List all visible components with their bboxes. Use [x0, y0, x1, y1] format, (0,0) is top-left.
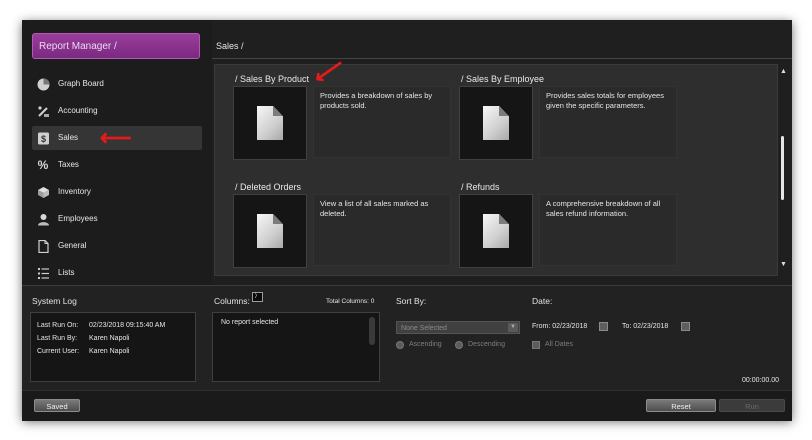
report-thumbnail[interactable] [233, 86, 307, 160]
sidebar-item-inventory[interactable]: Inventory [32, 180, 200, 204]
last-run-on-value: 02/23/2018 09:15:40 AM [89, 322, 166, 329]
sidebar-item-employees[interactable]: Employees [32, 207, 200, 231]
sidebar-item-graph-board[interactable]: Graph Board [32, 72, 200, 96]
reset-button[interactable]: Reset [646, 399, 716, 412]
columns-title: Columns: [214, 296, 250, 306]
report-manager-window: Report Manager / Graph Board Accounting … [22, 20, 792, 421]
run-timer: 00:00:00.00 [742, 377, 779, 384]
sort-by-select[interactable]: None Selected ▼ [396, 321, 520, 334]
report-card-sales-by-employee[interactable]: / Sales By Employee Provides sales total… [457, 74, 677, 164]
all-dates-label: All Dates [545, 341, 574, 348]
sidebar-item-label: General [58, 241, 87, 250]
descending-label: Descending [468, 341, 505, 348]
columns-empty-text: No report selected [221, 319, 279, 326]
sidebar-item-label: Graph Board [58, 79, 104, 88]
document-icon [36, 239, 50, 253]
sidebar-item-taxes[interactable]: % Taxes [32, 153, 200, 177]
reports-panel: / Sales By Product Provides a breakdown … [214, 51, 778, 276]
sidebar-item-sales[interactable]: $ Sales ⟵ [32, 126, 202, 150]
document-icon [257, 106, 283, 140]
date-from: From: 02/23/2018 [532, 323, 588, 330]
report-title: / Refunds [461, 182, 500, 192]
report-description: Provides sales totals for employees give… [539, 86, 677, 158]
columns-toggle-icon[interactable]: 〉 [252, 292, 263, 302]
report-card-deleted-orders[interactable]: / Deleted Orders View a list of all sale… [231, 182, 451, 272]
saved-button[interactable]: Saved [34, 399, 80, 412]
scroll-down-arrow[interactable]: ▼ [780, 261, 787, 268]
percent-icon: % [37, 158, 49, 172]
document-icon [483, 214, 509, 248]
breadcrumb: Sales / [216, 41, 244, 51]
ascending-radio[interactable] [396, 341, 404, 349]
report-title: / Deleted Orders [235, 182, 302, 192]
ascending-label: Ascending [409, 341, 442, 348]
report-title: / Sales By Employee [461, 74, 545, 84]
report-card-refunds[interactable]: / Refunds A comprehensive breakdown of a… [457, 182, 677, 272]
divider [212, 58, 792, 59]
graph-icon [36, 77, 50, 91]
last-run-by-label: Last Run By: [37, 335, 78, 342]
report-thumbnail[interactable] [459, 86, 533, 160]
run-button[interactable]: Run [719, 399, 785, 412]
sidebar-item-lists[interactable]: Lists [32, 261, 200, 285]
all-dates-checkbox[interactable] [532, 341, 540, 349]
calendar-icon[interactable] [599, 322, 608, 331]
report-thumbnail[interactable] [233, 194, 307, 268]
columns-scrollbar[interactable] [369, 317, 375, 345]
reports-scrollbar[interactable]: ▲ ▼ [780, 68, 787, 268]
system-log-title: System Log [32, 296, 77, 306]
last-run-by-value: Karen Napoli [89, 335, 130, 342]
descending-radio[interactable] [455, 341, 463, 349]
report-description: A comprehensive breakdown of all sales r… [539, 194, 677, 266]
dollar-icon: $ [36, 131, 50, 145]
sort-by-selected: None Selected [401, 325, 447, 332]
footer-bar: Saved Reset Run [22, 390, 792, 421]
system-log-box: Last Run On: 02/23/2018 09:15:40 AM Last… [30, 312, 196, 382]
annotation-arrow-sales: ⟵ [100, 125, 132, 150]
report-thumbnail[interactable] [459, 194, 533, 268]
sidebar-item-label: Inventory [58, 187, 91, 196]
list-icon [36, 266, 50, 280]
main-content: Sales / / Sales By Product Provides a br… [212, 20, 792, 285]
chevron-down-icon[interactable]: ▼ [508, 323, 518, 332]
current-user-label: Current User: [37, 348, 80, 355]
inventory-icon [36, 185, 50, 199]
date-to: To: 02/23/2018 [622, 323, 669, 330]
scroll-up-arrow[interactable]: ▲ [780, 68, 787, 75]
scroll-thumb[interactable] [781, 136, 784, 200]
sidebar-item-label: Sales [58, 133, 79, 142]
report-card-sales-by-product[interactable]: / Sales By Product Provides a breakdown … [231, 51, 451, 164]
date-title: Date: [532, 296, 553, 306]
columns-list[interactable]: No report selected [212, 312, 380, 382]
sidebar-item-accounting[interactable]: Accounting [32, 99, 200, 123]
svg-text:$: $ [40, 134, 45, 144]
last-run-on-label: Last Run On: [37, 322, 79, 329]
calendar-icon[interactable] [681, 322, 690, 331]
report-description: View a list of all sales marked as delet… [313, 194, 451, 266]
report-manager-title: Report Manager / [32, 33, 200, 59]
document-icon [257, 214, 283, 248]
sidebar-item-label: Employees [58, 214, 98, 223]
total-columns: Total Columns: 0 [326, 298, 375, 305]
sidebar-item-label: Taxes [58, 160, 79, 169]
report-title: / Sales By Product [235, 74, 310, 84]
sidebar: Report Manager / Graph Board Accounting … [22, 20, 212, 285]
employee-icon [36, 212, 50, 226]
document-icon [483, 106, 509, 140]
report-description: Provides a breakdown of sales by product… [313, 86, 451, 158]
sort-by-title: Sort By: [396, 296, 427, 306]
accounting-icon [36, 104, 50, 118]
report-options-panel: System Log Last Run On: 02/23/2018 09:15… [22, 285, 792, 391]
sidebar-item-label: Lists [58, 268, 75, 277]
sidebar-item-general[interactable]: General [32, 234, 200, 258]
sidebar-item-label: Accounting [58, 106, 98, 115]
current-user-value: Karen Napoli [89, 348, 130, 355]
